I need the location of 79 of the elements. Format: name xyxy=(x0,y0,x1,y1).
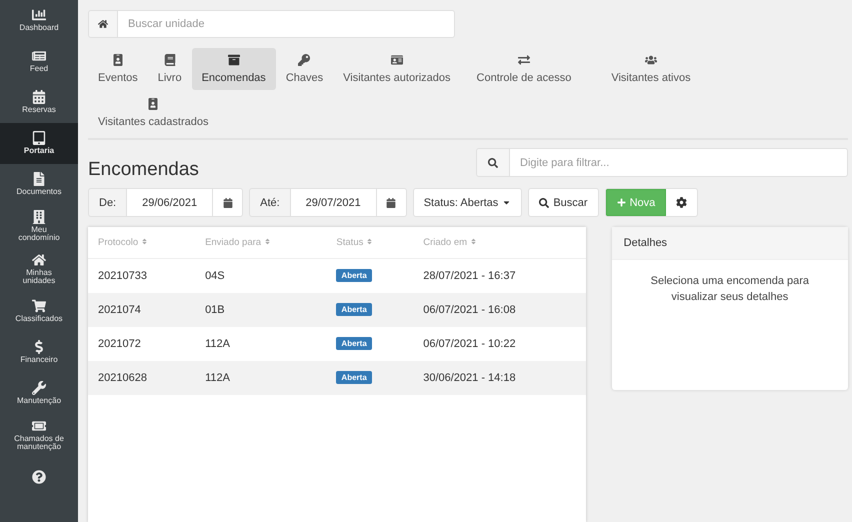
table-cell: 2021072 xyxy=(88,326,196,360)
id-badge-icon xyxy=(147,98,160,110)
field-label: Até: xyxy=(249,188,291,217)
dollar-icon xyxy=(32,340,46,354)
book-icon xyxy=(164,54,176,66)
table-cell: 04S xyxy=(195,258,326,292)
tab[interactable]: Chaves xyxy=(276,48,334,90)
filter-field[interactable]: Digite para filtrar... xyxy=(510,148,848,177)
details-title: Detalhes xyxy=(612,227,848,260)
ticket-icon xyxy=(32,418,46,433)
search-button[interactable]: Buscar xyxy=(528,188,599,217)
sort-icon xyxy=(264,238,271,245)
calendar-icon xyxy=(386,198,396,208)
date-field[interactable]: 29/06/2021 xyxy=(127,188,214,217)
table-cell: 2021074 xyxy=(88,292,196,326)
users-icon xyxy=(644,54,657,66)
calendar-button[interactable] xyxy=(376,188,407,217)
wrench-icon xyxy=(32,380,46,395)
field-label: De: xyxy=(88,188,128,217)
sort-icon xyxy=(470,238,477,245)
tab[interactable]: Livro xyxy=(148,48,192,90)
home-icon xyxy=(98,19,108,29)
tab[interactable]: Visitantes ativos xyxy=(601,48,701,90)
table-cell: 06/07/2021 - 10:22 xyxy=(413,326,586,360)
table-cell: 30/06/2021 - 14:18 xyxy=(413,360,586,394)
arrows-icon xyxy=(518,54,530,66)
tab[interactable]: Encomendas xyxy=(192,48,276,90)
calendar-icon xyxy=(32,90,46,104)
key-icon xyxy=(298,54,310,66)
table-cell: 28/07/2021 - 16:37 xyxy=(413,258,586,292)
sidebar-item[interactable]: Financeiro xyxy=(0,332,78,373)
archive-icon xyxy=(228,54,240,66)
tab[interactable]: Visitantes autorizados xyxy=(333,48,461,90)
tab[interactable]: Eventos xyxy=(88,48,148,90)
settings-icon xyxy=(676,197,688,208)
details-message: Seleciona uma encomenda para visualizar seus detalhes xyxy=(650,274,810,305)
sidebar-item[interactable]: Portaria xyxy=(0,123,78,164)
status-badge: Aberta xyxy=(336,303,372,316)
newspaper-icon xyxy=(32,49,46,64)
sidebar-item[interactable]: Classificados xyxy=(0,290,78,332)
sidebar-item[interactable]: Manutenção xyxy=(0,372,78,414)
plus-icon xyxy=(616,198,626,207)
tablet-icon xyxy=(32,131,46,146)
building-icon xyxy=(32,210,46,224)
tab[interactable]: Controle de acesso xyxy=(466,48,582,90)
status-badge: Aberta xyxy=(336,337,372,350)
sidebar-item[interactable]: Feed xyxy=(0,41,78,82)
sidebar-item[interactable]: Minhas unidades xyxy=(0,248,78,291)
document-icon xyxy=(32,172,46,186)
table-cell: 20210628 xyxy=(88,360,196,394)
home-icon xyxy=(32,252,46,267)
search-icon xyxy=(539,198,550,208)
status-badge: Aberta xyxy=(336,371,372,384)
sort-icon xyxy=(140,238,148,245)
table-cell: 20210733 xyxy=(88,258,196,292)
table-cell: 112A xyxy=(195,360,326,394)
id-badge-icon xyxy=(112,54,124,66)
search-icon xyxy=(488,158,498,168)
page-title: Encomendas xyxy=(88,159,199,181)
table-cell: 01B xyxy=(195,292,326,326)
help-icon[interactable] xyxy=(32,470,46,484)
sidebar-item[interactable]: Reservas xyxy=(0,82,78,123)
date-field[interactable]: 29/07/2021 xyxy=(290,188,377,217)
unit-search-field[interactable]: Buscar unidade xyxy=(118,10,455,38)
table-cell: 06/07/2021 - 16:08 xyxy=(413,292,586,326)
calendar-button[interactable] xyxy=(213,188,244,217)
bar-chart-icon xyxy=(32,8,46,22)
calendar-icon xyxy=(222,198,233,208)
sort-icon xyxy=(366,238,373,245)
cart-icon xyxy=(32,298,46,313)
sidebar-item[interactable]: Chamados de manutenção xyxy=(0,414,78,456)
table-cell: 112A xyxy=(195,326,326,360)
sidebar-item[interactable]: Dashboard xyxy=(0,0,78,41)
status-dropdown[interactable]: Status: Abertas xyxy=(412,188,522,217)
id-card-icon xyxy=(390,54,403,66)
status-badge: Aberta xyxy=(336,269,372,282)
tab[interactable]: Visitantes cadastrados xyxy=(88,92,218,134)
sidebar-item[interactable]: Meu condomínio xyxy=(0,205,78,248)
sidebar-item[interactable]: Documentos xyxy=(0,164,78,205)
